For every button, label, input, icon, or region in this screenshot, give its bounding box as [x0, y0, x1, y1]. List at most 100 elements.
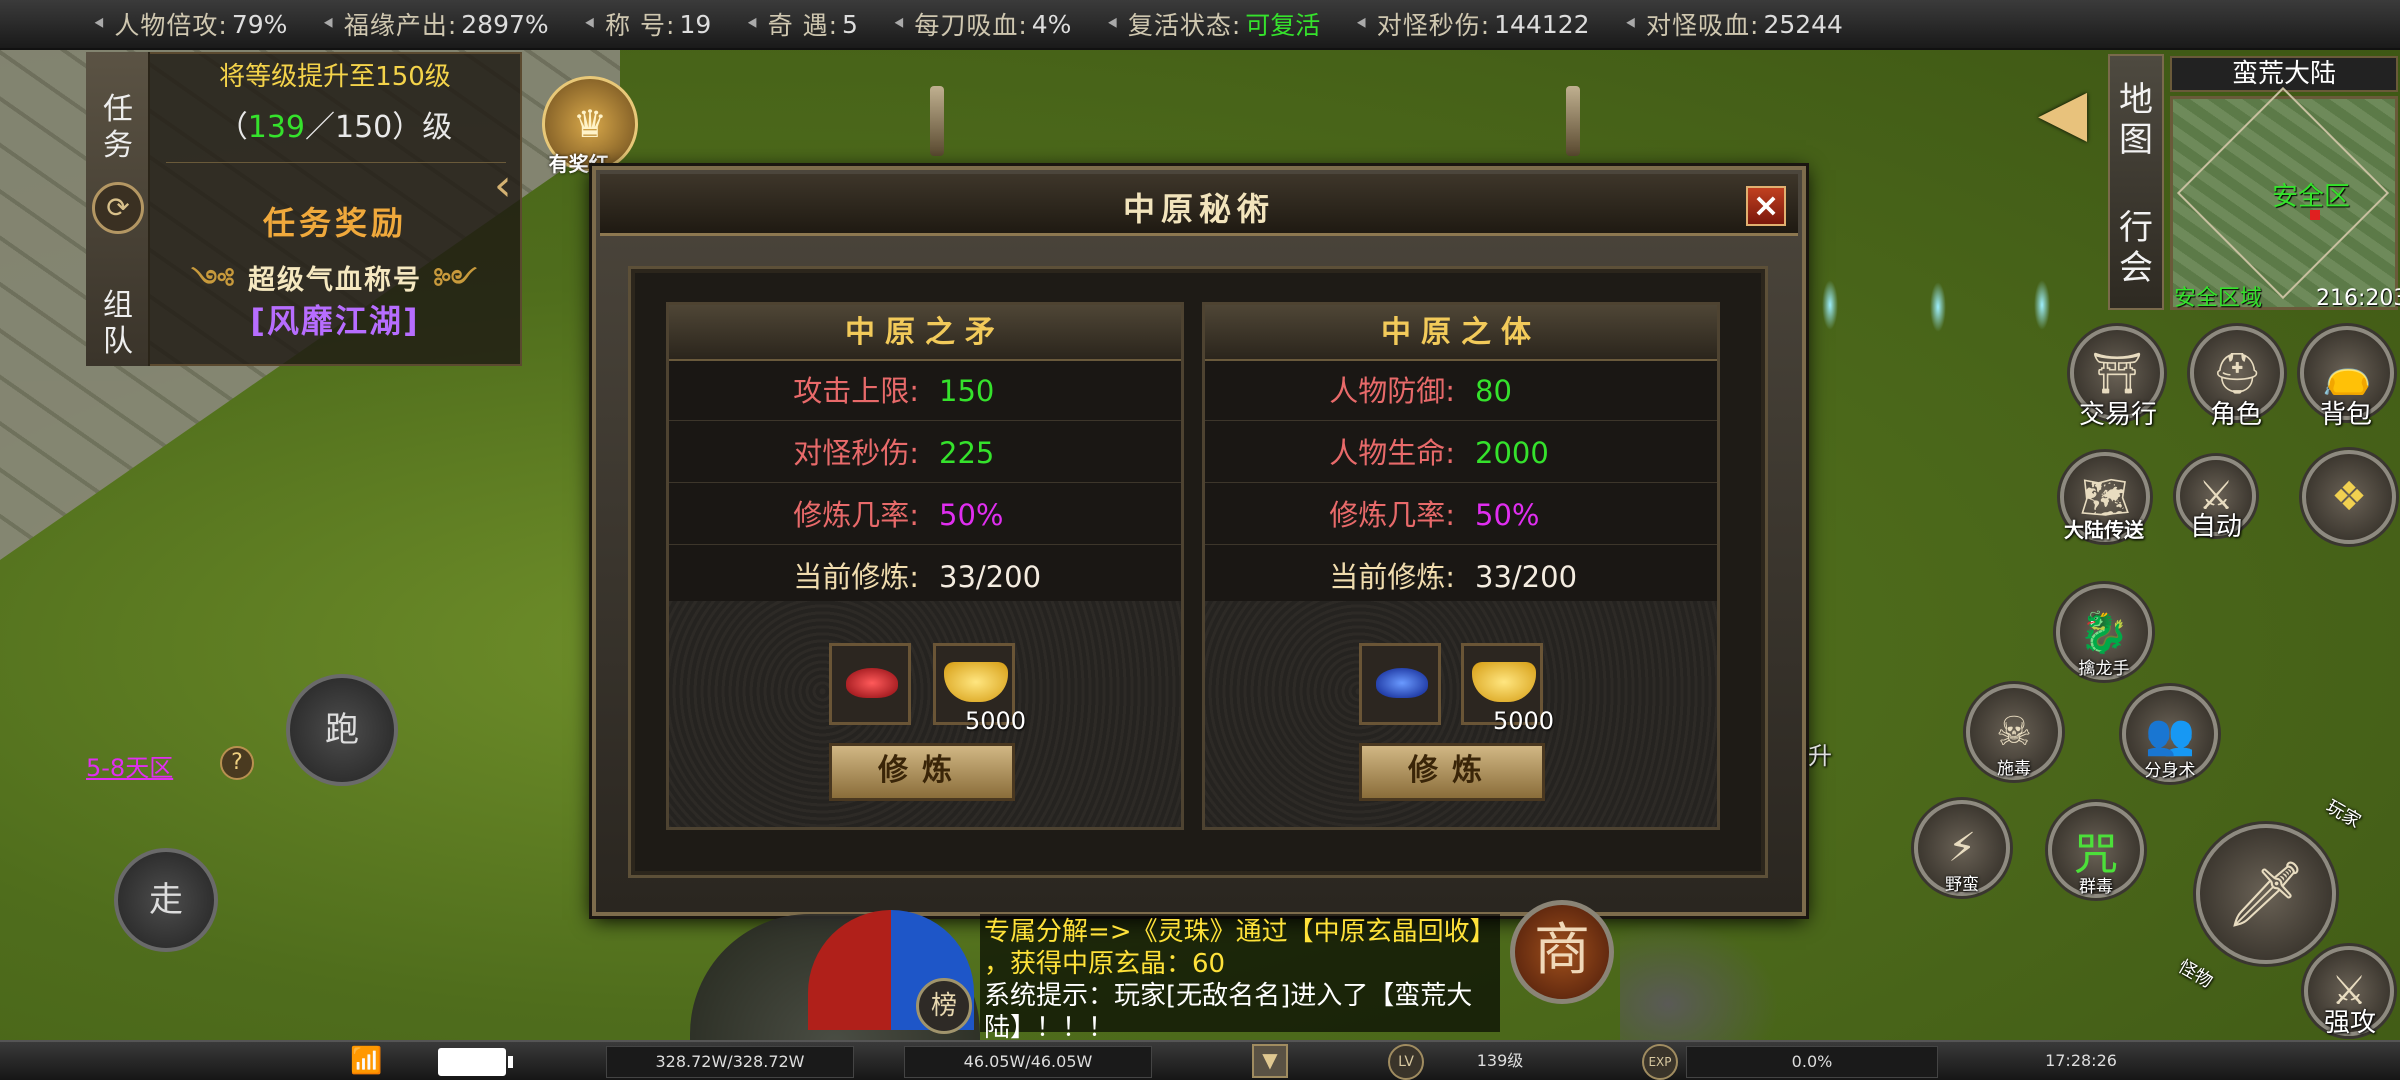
skill-wild-label: 野蛮	[1945, 875, 1979, 895]
stat-row: 人物生命: 2000	[1205, 423, 1717, 483]
diamond-grid-icon: ❖	[2331, 474, 2367, 520]
day-zone-link[interactable]: 5-8天区	[86, 748, 173, 783]
arrow-icon: ⯇	[891, 13, 907, 35]
spirit-light	[1930, 282, 1946, 332]
walk-button[interactable]: 走	[114, 848, 218, 952]
quest-tabs: 任 务 ⟳ 组 队	[86, 52, 150, 366]
stat-row: 当前修炼: 33/200	[1329, 560, 1578, 594]
stat-value: 可复活	[1245, 11, 1321, 40]
red-gem-icon	[846, 668, 898, 698]
arrow-icon: ⯇	[1354, 13, 1369, 35]
skill-groupcurse-label: 群毒	[2079, 877, 2113, 897]
arrow-icon: ⯇	[92, 13, 107, 35]
stat-item: ⯇ 人物倍攻: 79%	[92, 6, 287, 42]
tab-map[interactable]: 地 图	[2110, 80, 2162, 160]
auto-label: 自动	[2189, 512, 2242, 542]
blue-gem-icon	[1376, 668, 1428, 698]
tab-guild[interactable]: 行 会	[2110, 208, 2162, 288]
stat-item: ⯇ 对怪吸血: 25244	[1624, 6, 1843, 42]
skill-clone-label: 分身术	[2144, 761, 2196, 781]
skill-up-label[interactable]: 升	[1760, 736, 1880, 771]
stat-label: 复活状态:	[1127, 11, 1242, 40]
stat-value: 79%	[231, 9, 288, 39]
sword-icon: 🗡	[2225, 857, 2307, 932]
safe-area-label: 安全区域	[2174, 286, 2263, 311]
quest-progress-current: 139	[247, 110, 305, 145]
column-heading: 中原之体	[1205, 305, 1717, 361]
stat-item: ⯇ 对怪秒伤: 144122	[1354, 6, 1589, 42]
exp-badge: EXP	[1642, 1044, 1678, 1080]
close-button[interactable]: ×	[1746, 186, 1786, 226]
arrow-icon: ⯇	[745, 13, 760, 35]
safe-zone-label: 安全区	[2272, 182, 2351, 212]
expand-arrow-icon[interactable]: ◀	[2038, 76, 2087, 150]
stat-label: 人物倍攻:	[114, 11, 228, 40]
chevron-down-icon[interactable]: ▼	[1252, 1044, 1288, 1078]
stat-item: ⯇ 每刀吸血: 4%	[892, 6, 1072, 42]
trade-label: 交易行	[2078, 400, 2157, 430]
hp-readout: 328.72W/328.72W	[606, 1046, 854, 1078]
skill-poison-label: 施毒	[1997, 759, 2031, 779]
strong-attack-label: 强攻	[2323, 1008, 2376, 1038]
stat-row: 人物防御: 80	[1205, 361, 1717, 421]
stat-row: 攻击上限: 150	[669, 361, 1181, 421]
gold-quantity: 5000	[965, 707, 1027, 735]
run-button[interactable]: 跑	[286, 674, 398, 786]
stat-row: 修炼几率: 50%	[1205, 485, 1717, 545]
stat-row: 当前修炼: 33/200	[793, 560, 1042, 594]
player-coords: 216:203	[2316, 286, 2400, 311]
gold-ingot-icon	[944, 662, 1008, 702]
wifi-icon: 📶	[350, 1046, 383, 1076]
stat-value: 5	[842, 9, 858, 39]
menu-button[interactable]: ❖	[2302, 450, 2396, 544]
help-icon[interactable]: ?	[220, 746, 254, 780]
cultivate-button[interactable]: 修炼	[829, 743, 1015, 801]
quest-title: 将等级提升至150级	[219, 62, 451, 92]
role-label: 角色	[2209, 400, 2262, 430]
ranking-button[interactable]: 榜	[916, 978, 972, 1034]
stat-label: 奇 遇:	[767, 11, 839, 40]
quest-progress: （139／150）级	[217, 110, 453, 145]
stat-label: 对怪秒伤:	[1376, 11, 1491, 40]
chat-line: 系统提示：玩家[无敌名名]进入了【蛮荒大	[984, 981, 1473, 1011]
switch-icon[interactable]: ⟳	[92, 182, 144, 234]
stat-value: 144122	[1494, 9, 1590, 39]
tab-team[interactable]: 组 队	[86, 288, 150, 360]
stat-label: 对怪吸血:	[1646, 11, 1760, 40]
level-readout: 139级	[1476, 1051, 1524, 1070]
blue-gem-item[interactable]	[1359, 643, 1441, 725]
stat-value: 25244	[1763, 9, 1843, 39]
arrow-icon: ⯇	[1623, 13, 1638, 35]
spirit-light	[2034, 280, 2050, 330]
column-heading: 中原之矛	[669, 305, 1181, 361]
body-column: 中原之体 人物防御: 80 人物生命: 2000 修炼几率: 50% 当前修炼: 33/…	[1202, 302, 1720, 830]
battery-cap	[508, 1056, 513, 1068]
red-gem-item[interactable]	[829, 643, 911, 725]
gold-quantity: 5000	[1493, 707, 1555, 735]
cultivate-button[interactable]: 修炼	[1359, 743, 1545, 801]
map-name: 蛮荒大陆	[2170, 56, 2398, 92]
stat-row: 对怪秒伤: 225	[669, 423, 1181, 483]
shop-button[interactable]: 商	[1510, 900, 1614, 1004]
collapse-arrow-icon[interactable]: ‹	[494, 160, 512, 211]
fence-post	[1566, 86, 1580, 156]
arrow-icon: ⯇	[321, 13, 336, 35]
chat-log[interactable]: 专属分解=>《灵珠》通过【中原玄晶回收】 ，获得中原玄晶：60 系统提示：玩家[…	[980, 914, 1500, 1043]
stat-label: 称 号:	[605, 11, 676, 40]
chat-line: ，获得中原玄晶：60	[984, 949, 1226, 979]
stat-item: ⯇ 奇 遇: 5	[745, 6, 858, 42]
exp-readout: 0.0%	[1686, 1046, 1938, 1078]
stat-item: ⯇ 称 号: 19	[583, 6, 712, 42]
tab-task[interactable]: 任 务	[86, 92, 150, 164]
arrow-icon: ⯇	[1105, 13, 1120, 35]
level-badge: LV	[1388, 1044, 1424, 1080]
stat-item: ⯇ 福缘产出: 2897%	[321, 6, 548, 42]
attack-button[interactable]: 🗡	[2196, 824, 2336, 964]
stat-value: 19	[679, 9, 712, 39]
divider	[166, 162, 506, 163]
stat-value: 4%	[1031, 9, 1072, 39]
battery-icon	[438, 1048, 506, 1076]
arrow-icon: ⯇	[582, 13, 598, 35]
spirit-light	[1822, 280, 1838, 330]
fence-post	[930, 86, 944, 156]
